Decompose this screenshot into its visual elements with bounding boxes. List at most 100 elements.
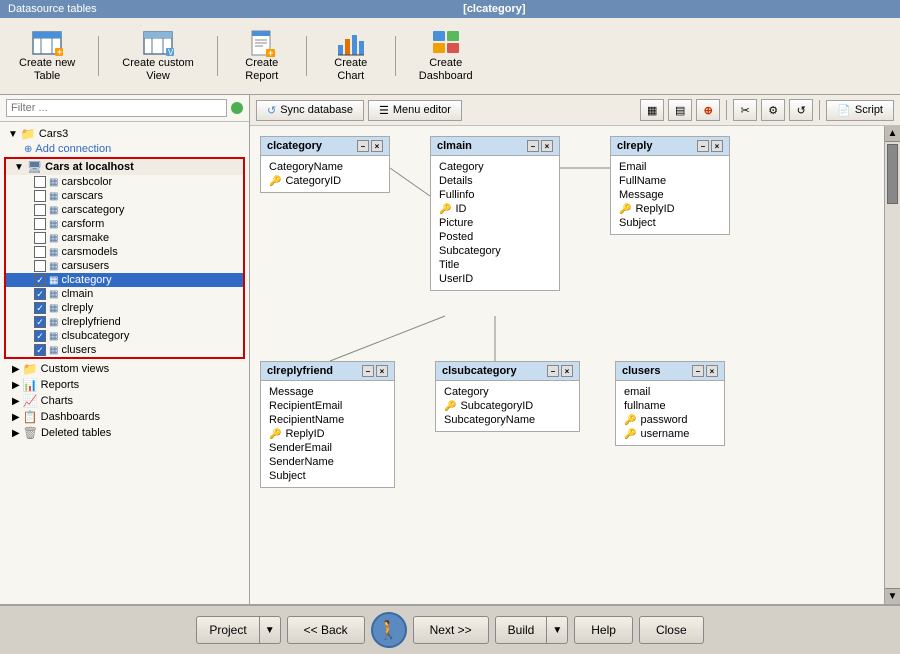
minimize-clusers[interactable]: – — [692, 365, 704, 377]
menu-editor-button[interactable]: ☰ Menu editor — [368, 100, 462, 121]
tree-item-carsbcolor[interactable]: ▦ carsbcolor — [6, 175, 243, 189]
tree-item-carsusers[interactable]: ▦ carsusers — [6, 259, 243, 273]
project-dropdown-arrow[interactable]: ▼ — [260, 616, 281, 644]
checkbox-clmain[interactable]: ✓ — [34, 288, 46, 300]
create-custom-view-button[interactable]: V Create customView — [113, 24, 203, 88]
build-button-group[interactable]: Build ▼ — [495, 616, 569, 644]
tree-item-charts[interactable]: ▶ 📈 Charts — [0, 393, 249, 409]
checkbox-clusers[interactable]: ✓ — [34, 344, 46, 356]
project-button[interactable]: Project — [196, 616, 259, 644]
tree-item-carscategory[interactable]: ▦ carscategory — [6, 203, 243, 217]
tree-item-reports[interactable]: ▶ 📊 Reports — [0, 377, 249, 393]
tree-item-clreplyfriend[interactable]: ✓ ▦ clreplyfriend — [6, 315, 243, 329]
checkbox-clreplyfriend[interactable]: ✓ — [34, 316, 46, 328]
toolbar-separator-2 — [217, 36, 218, 76]
checkbox-carsbcolor[interactable] — [34, 176, 46, 188]
diagram-area[interactable]: clcategory – × CategoryName 🔑CategoryID — [250, 126, 884, 604]
build-button[interactable]: Build — [495, 616, 548, 644]
icon-button-cut[interactable]: ✂ — [733, 99, 757, 121]
tree-item-dashboards[interactable]: ▶ 📋 Dashboards — [0, 409, 249, 425]
minimize-clcategory[interactable]: – — [357, 140, 369, 152]
close-clmain[interactable]: × — [541, 140, 553, 152]
scroll-down-button[interactable]: ▼ — [885, 588, 900, 604]
field-clmain-picture: Picture — [431, 216, 559, 230]
field-crf-sendername: SenderName — [261, 455, 394, 469]
build-dropdown-arrow[interactable]: ▼ — [547, 616, 568, 644]
create-new-table-button[interactable]: + Create newTable — [10, 24, 84, 88]
tree-item-carsform[interactable]: ▦ carsform — [6, 217, 243, 231]
vertical-scrollbar[interactable]: ▲ ▼ — [884, 126, 900, 604]
toolbar-separator-4 — [395, 36, 396, 76]
help-button[interactable]: Help — [574, 616, 633, 644]
minimize-clsubcategory[interactable]: – — [547, 365, 559, 377]
table-clreplyfriend[interactable]: clreplyfriend – × Message RecipientEmail… — [260, 361, 395, 488]
field-csc-subcategoryname: SubcategoryName — [436, 413, 579, 427]
close-clusers[interactable]: × — [706, 365, 718, 377]
create-dashboard-label: CreateDashboard — [419, 57, 473, 83]
scroll-up-button[interactable]: ▲ — [885, 126, 900, 142]
deleted-icon: 🗑 — [23, 426, 38, 440]
field-clmain-details: Details — [431, 174, 559, 188]
checkbox-carscars[interactable] — [34, 190, 46, 202]
minimize-clmain[interactable]: – — [527, 140, 539, 152]
create-report-button[interactable]: + CreateReport — [232, 24, 292, 88]
run-button[interactable]: 🚶 — [371, 612, 407, 648]
close-clcategory[interactable]: × — [371, 140, 383, 152]
create-dashboard-button[interactable]: CreateDashboard — [410, 24, 482, 88]
tree-item-clsubcategory[interactable]: ✓ ▦ clsubcategory — [6, 329, 243, 343]
icon-button-list[interactable]: ▤ — [668, 99, 692, 121]
checkbox-carscategory[interactable] — [34, 204, 46, 216]
icon-button-grid[interactable]: ▦ — [640, 99, 664, 121]
tree-root-cars3[interactable]: ▼ 📁 Cars3 — [0, 126, 249, 142]
field-crf-replyid: 🔑ReplyID — [261, 427, 394, 441]
minimize-clreplyfriend[interactable]: – — [362, 365, 374, 377]
checkbox-carsusers[interactable] — [34, 260, 46, 272]
tree-item-clusers[interactable]: ✓ ▦ clusers — [6, 343, 243, 357]
table-clreply[interactable]: clreply – × Email FullName Message 🔑Repl… — [610, 136, 730, 235]
sync-database-button[interactable]: ↺ Sync database — [256, 100, 364, 121]
table-clcategory[interactable]: clcategory – × CategoryName 🔑CategoryID — [260, 136, 390, 193]
close-clreply[interactable]: × — [711, 140, 723, 152]
tree-item-add-connection[interactable]: ⊕ Add connection — [0, 142, 249, 156]
close-button[interactable]: Close — [639, 616, 704, 644]
table-clmain[interactable]: clmain – × Category Details Fullinfo 🔑ID… — [430, 136, 560, 291]
tree-item-clcategory[interactable]: ✓ ▦ clcategory — [6, 273, 243, 287]
icon-button-add[interactable]: ⊕ — [696, 99, 720, 121]
expand-icon: ▼ — [8, 129, 18, 140]
scroll-thumb[interactable] — [887, 144, 898, 204]
checkbox-clcategory[interactable]: ✓ — [34, 274, 46, 286]
close-clsubcategory[interactable]: × — [561, 365, 573, 377]
table-header-clreply: clreply – × — [611, 137, 729, 156]
tree-item-carscars[interactable]: ▦ carscars — [6, 189, 243, 203]
filter-input[interactable] — [6, 99, 227, 117]
icon-button-refresh[interactable]: ↺ — [789, 99, 813, 121]
checkbox-carsmake[interactable] — [34, 232, 46, 244]
icon-button-settings[interactable]: ⚙ — [761, 99, 785, 121]
close-clreplyfriend[interactable]: × — [376, 365, 388, 377]
table-icon-clreply: ▦ — [49, 303, 58, 314]
next-button[interactable]: Next >> — [413, 616, 489, 644]
tree-item-custom-views[interactable]: ▶ 📁 Custom views — [0, 361, 249, 377]
checkbox-clsubcategory[interactable]: ✓ — [34, 330, 46, 342]
tree-item-clreply[interactable]: ✓ ▦ clreply — [6, 301, 243, 315]
checkbox-carsmodels[interactable] — [34, 246, 46, 258]
script-button[interactable]: 📄 Script — [826, 100, 894, 121]
tree-item-cars-at-localhost[interactable]: ▼ 🖥 Cars at localhost — [6, 159, 243, 175]
tree-item-carsmake[interactable]: ▦ carsmake — [6, 231, 243, 245]
minimize-clreply[interactable]: – — [697, 140, 709, 152]
scroll-track[interactable] — [885, 142, 900, 588]
create-chart-button[interactable]: CreateChart — [321, 24, 381, 88]
diag-separator-1 — [726, 100, 727, 120]
tree-item-deleted-tables[interactable]: ▶ 🗑 Deleted tables — [0, 425, 249, 441]
table-icon-clmain: ▦ — [49, 289, 58, 300]
tree-item-carsmodels[interactable]: ▦ carsmodels — [6, 245, 243, 259]
create-report-label: CreateReport — [245, 57, 278, 83]
checkbox-clreply[interactable]: ✓ — [34, 302, 46, 314]
tree-item-clmain[interactable]: ✓ ▦ clmain — [6, 287, 243, 301]
table-clusers[interactable]: clusers – × email fullname 🔑password 🔑us… — [615, 361, 725, 446]
field-clcategory-categoryid: 🔑CategoryID — [261, 174, 389, 188]
back-button[interactable]: << Back — [287, 616, 365, 644]
table-clsubcategory[interactable]: clsubcategory – × Category 🔑SubcategoryI… — [435, 361, 580, 432]
project-button-group[interactable]: Project ▼ — [196, 616, 280, 644]
checkbox-carsform[interactable] — [34, 218, 46, 230]
